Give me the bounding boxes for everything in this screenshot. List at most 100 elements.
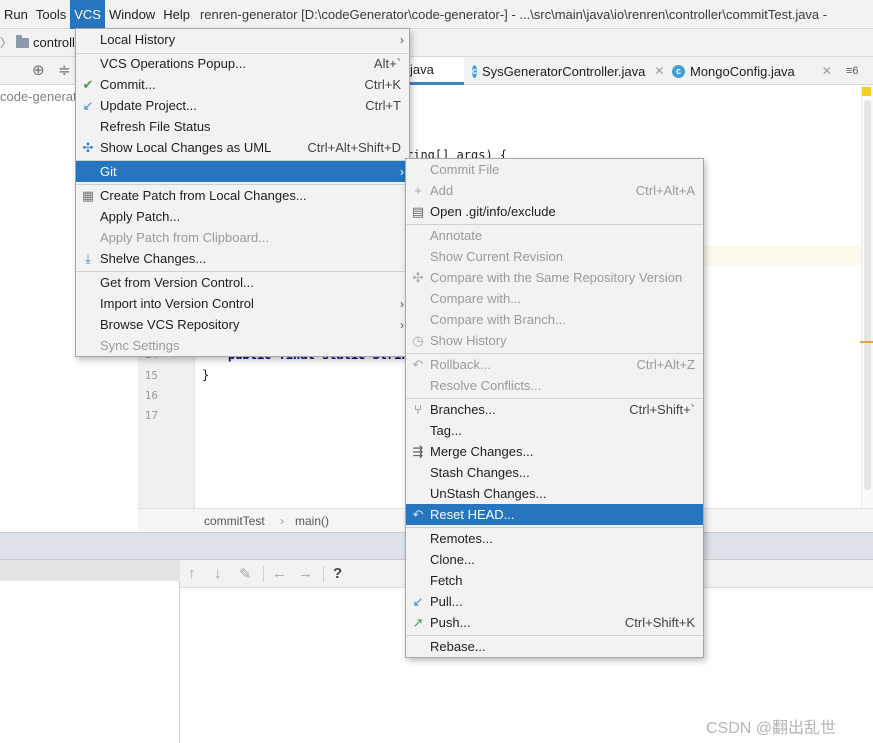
vcs-item-refresh-file-status[interactable]: Refresh File Status xyxy=(76,116,409,137)
menu-window[interactable]: Window xyxy=(105,0,159,29)
vcs-item-apply-patch-clipboard[interactable]: Apply Patch from Clipboard... xyxy=(76,227,409,248)
tool-window-list xyxy=(0,560,180,743)
menu-help[interactable]: Help xyxy=(159,0,194,29)
menu-item-label: Add xyxy=(430,183,454,198)
push-icon: ↗ xyxy=(412,614,424,630)
chevron-left-icon: 〉 xyxy=(0,36,13,50)
rollback-icon: ↶ xyxy=(412,356,424,372)
vcs-item-shelve-changes[interactable]: ⤓ Shelve Changes... xyxy=(76,248,409,269)
merge-icon: ⇶ xyxy=(412,443,424,459)
git-item-add[interactable]: + Add Ctrl+Alt+A xyxy=(406,180,703,201)
menu-item-label: Merge Changes... xyxy=(430,444,534,459)
vcs-item-local-history[interactable]: Local History › xyxy=(76,29,409,50)
vcs-item-git[interactable]: Git › xyxy=(76,161,409,182)
nav-breadcrumb[interactable]: 〉 controll xyxy=(0,34,75,51)
close-icon[interactable]: ✕ xyxy=(822,64,832,78)
menu-item-label: Commit File xyxy=(430,162,500,177)
edit-icon[interactable]: ✎ xyxy=(239,565,252,583)
close-icon[interactable]: ✕ xyxy=(654,64,664,78)
code-line-close-brace: } xyxy=(202,368,210,382)
menu-tools[interactable]: Tools xyxy=(32,0,70,29)
git-item-open-exclude[interactable]: ▤ Open .git/info/exclude xyxy=(406,201,703,222)
menu-item-label: Show History xyxy=(430,333,507,348)
vcs-item-get-from-vcs[interactable]: Get from Version Control... xyxy=(76,272,409,293)
warning-stripe-marker[interactable] xyxy=(860,341,873,343)
folder-icon xyxy=(16,34,30,48)
selected-list-row[interactable] xyxy=(0,560,180,581)
git-item-show-history[interactable]: ◷ Show History xyxy=(406,330,703,351)
vcs-item-create-patch[interactable]: ▦ Create Patch from Local Changes... xyxy=(76,185,409,206)
tab-label: SysGeneratorController.java xyxy=(482,63,646,79)
tab-commit-test[interactable]: java xyxy=(406,57,464,85)
git-item-rebase[interactable]: Rebase... xyxy=(406,636,703,657)
chevron-right-icon: › xyxy=(400,164,404,179)
arrow-left-icon[interactable]: ← xyxy=(272,565,287,582)
git-item-show-current-revision[interactable]: Show Current Revision xyxy=(406,246,703,267)
menu-run[interactable]: Run xyxy=(0,0,32,29)
git-item-tag[interactable]: Tag... xyxy=(406,420,703,441)
git-item-reset-head[interactable]: ↶ Reset HEAD... xyxy=(406,504,703,525)
locate-icon[interactable]: ⊕ xyxy=(32,61,45,79)
menu-vcs[interactable]: VCS xyxy=(70,0,105,29)
git-item-compare-same-repo[interactable]: ✣ Compare with the Same Repository Versi… xyxy=(406,267,703,288)
vcs-item-show-local-changes-uml[interactable]: ✣ Show Local Changes as UML Ctrl+Alt+Shi… xyxy=(76,137,409,158)
menu-item-label: Commit... xyxy=(100,77,156,92)
git-item-remotes[interactable]: Remotes... xyxy=(406,528,703,549)
menu-item-label: Open .git/info/exclude xyxy=(430,204,556,219)
chevron-right-icon: › xyxy=(400,296,404,311)
git-item-fetch[interactable]: Fetch xyxy=(406,570,703,591)
tabs-overflow-button[interactable]: ≡6 xyxy=(846,57,873,85)
git-item-unstash-changes[interactable]: UnStash Changes... xyxy=(406,483,703,504)
git-item-merge-changes[interactable]: ⇶ Merge Changes... xyxy=(406,441,703,462)
menu-item-label: Create Patch from Local Changes... xyxy=(100,188,307,203)
vcs-item-import-into-vcs[interactable]: Import into Version Control › xyxy=(76,293,409,314)
git-item-branches[interactable]: ⑂ Branches... Ctrl+Shift+` xyxy=(406,399,703,420)
menu-item-label: UnStash Changes... xyxy=(430,486,547,501)
menu-item-label: Show Local Changes as UML xyxy=(100,140,272,155)
menu-item-label: Get from Version Control... xyxy=(100,275,254,290)
git-item-compare-with[interactable]: Compare with... xyxy=(406,288,703,309)
project-root-node[interactable]: code-generato xyxy=(0,89,84,104)
menu-item-label: Reset HEAD... xyxy=(430,507,515,522)
arrow-right-icon[interactable]: → xyxy=(298,565,313,582)
vcs-item-browse-vcs-repository[interactable]: Browse VCS Repository › xyxy=(76,314,409,335)
vcs-item-update-project[interactable]: ↙ Update Project... Ctrl+T xyxy=(76,95,409,116)
shortcut-label: Ctrl+Shift+K xyxy=(624,615,695,630)
menu-item-label: Compare with Branch... xyxy=(430,312,566,327)
git-item-push[interactable]: ↗ Push... Ctrl+Shift+K xyxy=(406,612,703,633)
editor-scroll-thumb[interactable] xyxy=(864,100,871,490)
menu-item-label: Tag... xyxy=(430,423,462,438)
git-file-icon: ▤ xyxy=(411,203,425,219)
help-icon[interactable]: ? xyxy=(333,565,342,582)
shelve-icon: ⤓ xyxy=(85,250,91,266)
vcs-item-sync-settings[interactable]: Sync Settings xyxy=(76,335,409,356)
inspection-status-icon[interactable] xyxy=(862,87,871,96)
breadcrumb-class[interactable]: commitTest xyxy=(204,514,265,528)
line-number: 15 xyxy=(144,369,158,382)
plus-icon: + xyxy=(414,183,422,198)
git-item-annotate[interactable]: Annotate xyxy=(406,225,703,246)
git-item-commit-file[interactable]: Commit File xyxy=(406,159,703,180)
tab-sys-generator-controller[interactable]: c SysGeneratorController.java ✕ xyxy=(464,57,664,85)
shortcut-label: Alt+` xyxy=(373,56,401,71)
menu-item-label: Pull... xyxy=(430,594,463,609)
git-item-resolve-conflicts[interactable]: Resolve Conflicts... xyxy=(406,375,703,396)
git-item-pull[interactable]: ↙ Pull... xyxy=(406,591,703,612)
git-item-clone[interactable]: Clone... xyxy=(406,549,703,570)
vcs-item-commit[interactable]: ✔ Commit... Ctrl+K xyxy=(76,74,409,95)
arrow-up-icon[interactable]: ↑ xyxy=(188,565,196,582)
git-item-compare-with-branch[interactable]: Compare with Branch... xyxy=(406,309,703,330)
shortcut-label: Ctrl+K xyxy=(364,77,401,92)
git-item-rollback[interactable]: ↶ Rollback... Ctrl+Alt+Z xyxy=(406,354,703,375)
vcs-item-apply-patch[interactable]: Apply Patch... xyxy=(76,206,409,227)
class-icon: c xyxy=(672,64,685,78)
update-arrow-icon: ↙ xyxy=(82,97,94,113)
collapse-icon[interactable]: ≑ xyxy=(58,61,71,79)
nav-crumb-label: controll xyxy=(33,35,75,50)
git-item-stash-changes[interactable]: Stash Changes... xyxy=(406,462,703,483)
tab-mongo-config[interactable]: c MongoConfig.java ✕ xyxy=(672,57,862,85)
breadcrumb-method[interactable]: main() xyxy=(295,514,329,528)
menu-item-label: Push... xyxy=(430,615,471,630)
vcs-item-operations-popup[interactable]: VCS Operations Popup... Alt+` xyxy=(76,53,409,74)
arrow-down-icon[interactable]: ↓ xyxy=(214,565,222,582)
